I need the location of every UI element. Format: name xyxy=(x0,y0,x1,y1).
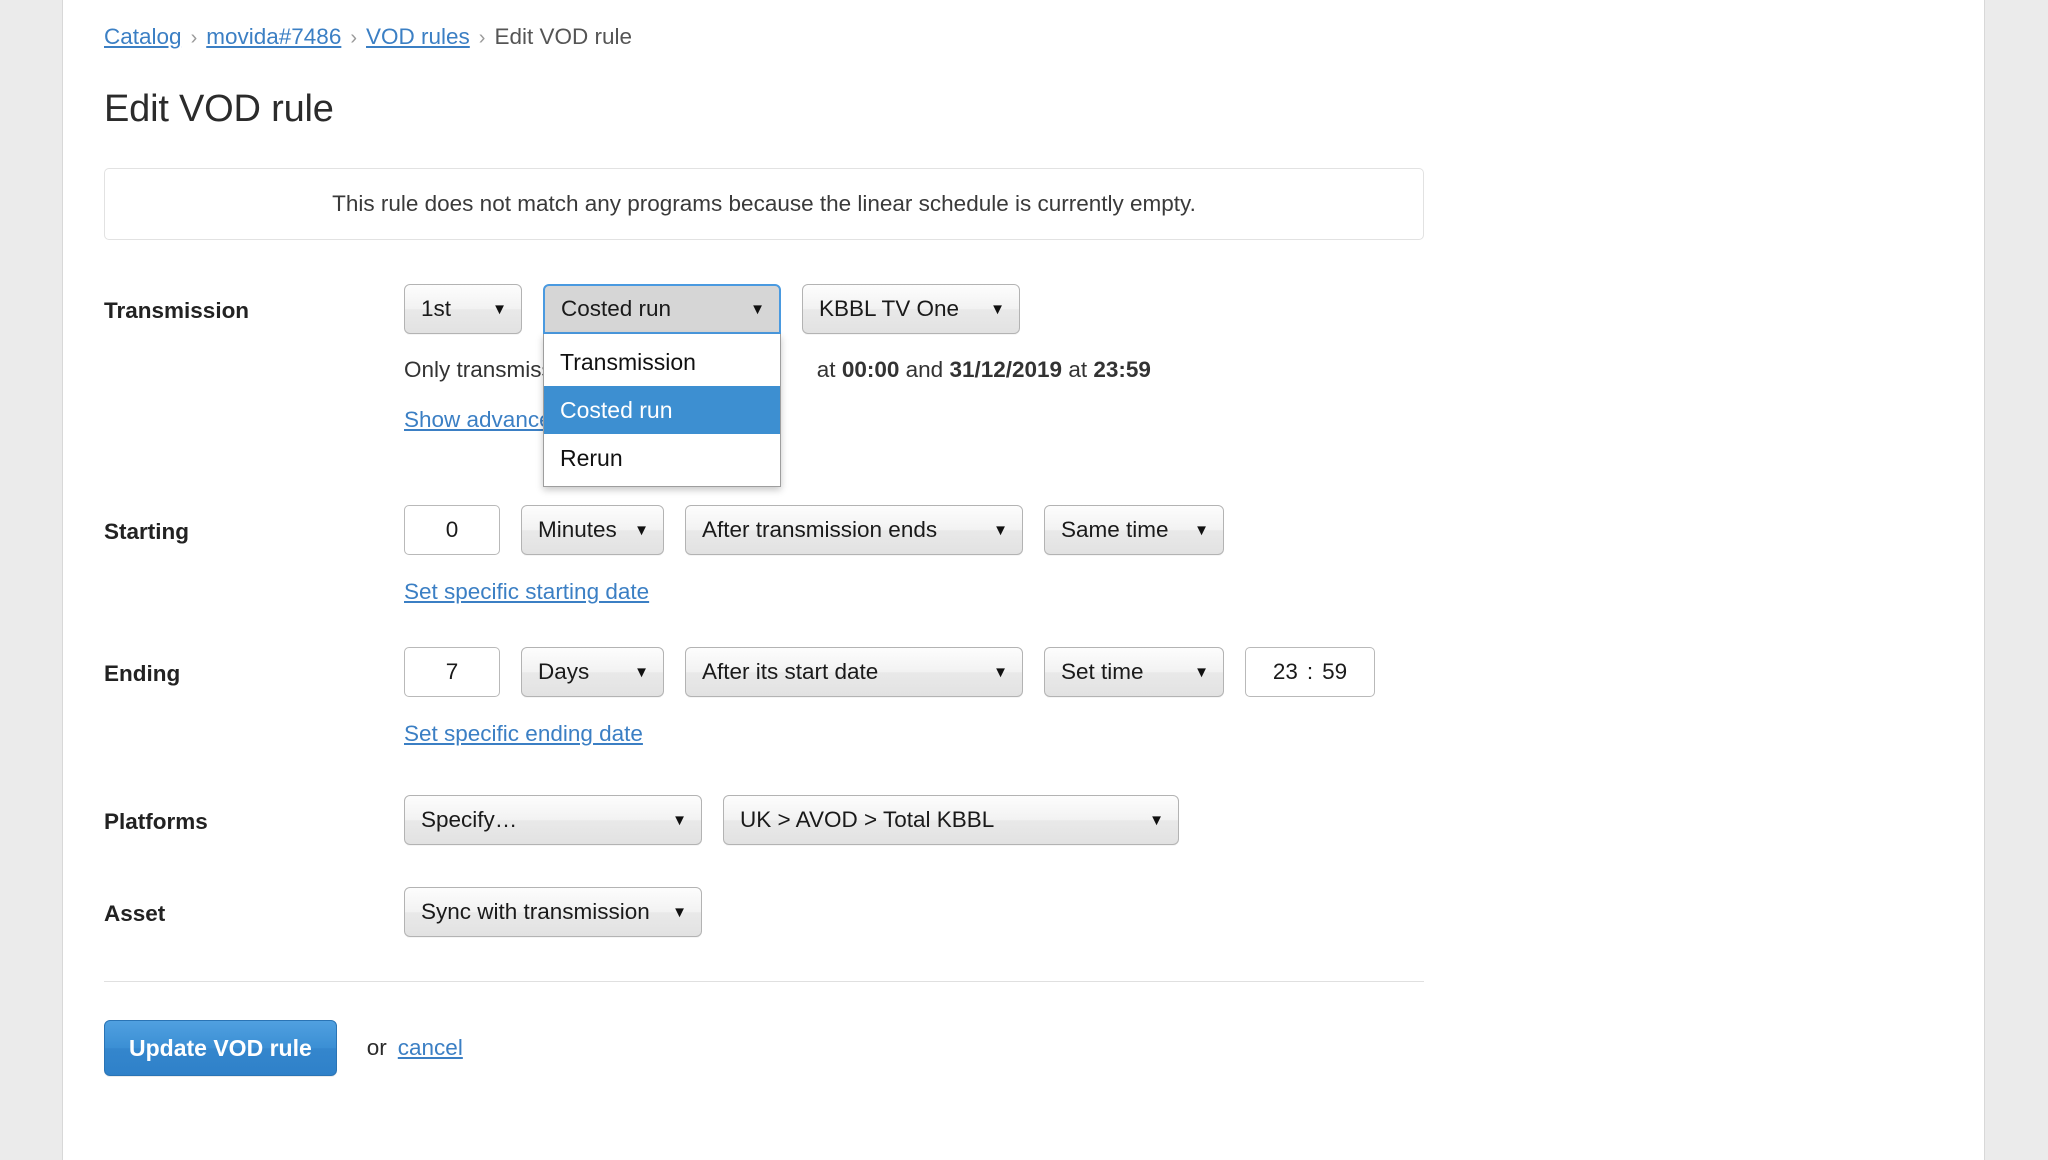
or-label: or xyxy=(366,1035,387,1061)
platforms-target-value: UK > AVOD > Total KBBL xyxy=(740,807,995,833)
chevron-down-icon: ▼ xyxy=(634,663,649,681)
helper-at-1: at xyxy=(816,357,836,383)
chevron-down-icon: ▼ xyxy=(492,300,507,318)
chevron-down-icon: ▼ xyxy=(1149,811,1164,829)
ending-offset-input[interactable]: 7 xyxy=(404,647,500,698)
asset-sync-value: Sync with transmission xyxy=(421,899,650,925)
content-panel: Catalog › movida#7486 › VOD rules › Edit VOD r… xyxy=(62,0,1985,1160)
chevron-down-icon: ▼ xyxy=(750,300,765,318)
page-title: Edit VOD rule xyxy=(104,87,334,130)
helper-time-1: 00:00 xyxy=(841,357,900,383)
form-row-platforms: Platforms Specify… ▼ UK > AVOD > Total K… xyxy=(104,795,1984,846)
label-ending: Ending xyxy=(104,661,181,687)
breadcrumb-separator: › xyxy=(350,27,358,49)
transmission-channel-value: KBBL TV One xyxy=(819,296,960,322)
set-specific-starting-date-link[interactable]: Set specific starting date xyxy=(404,579,649,605)
label-asset: Asset xyxy=(104,901,166,927)
starting-time-value: Same time xyxy=(1061,517,1169,543)
transmission-type-value: Costed run xyxy=(561,296,672,322)
breadcrumb: Catalog › movida#7486 › VOD rules › Edit VOD r… xyxy=(104,24,1984,49)
breadcrumb-item-catalog[interactable]: Catalog xyxy=(104,24,182,49)
chevron-down-icon: ▼ xyxy=(993,663,1008,681)
chevron-down-icon: ▼ xyxy=(993,521,1008,539)
starting-time-select[interactable]: Same time ▼ xyxy=(1044,505,1224,556)
form-row-ending: Ending 7 Days ▼ After its start date ▼ S… xyxy=(104,647,1984,747)
form-actions: Update VOD rule or cancel xyxy=(104,1020,1984,1077)
helper-at-2: at xyxy=(1068,357,1088,383)
transmission-channel-select[interactable]: KBBL TV One ▼ xyxy=(802,284,1020,335)
breadcrumb-separator: › xyxy=(478,27,486,49)
chevron-down-icon: ▼ xyxy=(1194,521,1209,539)
footer-divider xyxy=(104,981,1424,983)
ending-time-minutes: 59 xyxy=(1322,659,1348,685)
dropdown-option-costed-run[interactable]: Costed run xyxy=(544,386,780,435)
breadcrumb-item-vod-rules[interactable]: VOD rules xyxy=(366,24,470,49)
helper-date-2: 31/12/2019 xyxy=(949,357,1063,383)
starting-offset-input[interactable]: 0 xyxy=(404,505,500,556)
show-advanced-link[interactable]: Show advanced xyxy=(404,407,564,433)
ending-time-mode-value: Set time xyxy=(1061,659,1144,685)
ending-anchor-select[interactable]: After its start date ▼ xyxy=(685,647,1023,698)
chevron-down-icon: ▼ xyxy=(990,300,1005,318)
starting-anchor-select[interactable]: After transmission ends ▼ xyxy=(685,505,1023,556)
ending-time-input[interactable]: 23 : 59 xyxy=(1245,647,1375,698)
ending-time-hours: 23 xyxy=(1272,659,1298,685)
dropdown-option-transmission[interactable]: Transmission xyxy=(544,338,780,386)
chevron-down-icon: ▼ xyxy=(672,811,687,829)
transmission-type-select[interactable]: Costed run ▼ xyxy=(543,284,781,335)
dropdown-option-rerun[interactable]: Rerun xyxy=(544,434,780,482)
starting-anchor-value: After transmission ends xyxy=(702,517,938,543)
alert-banner: This rule does not match any programs be… xyxy=(104,168,1424,241)
alert-message: This rule does not match any programs be… xyxy=(332,191,1196,217)
cancel-link[interactable]: cancel xyxy=(398,1035,463,1061)
label-starting: Starting xyxy=(104,519,190,545)
form-row-asset: Asset Sync with transmission ▼ xyxy=(104,887,1984,938)
form-row-transmission: Transmission 1st ▼ Costed run ▼ KBBL TV … xyxy=(104,284,1984,488)
platforms-mode-select[interactable]: Specify… ▼ xyxy=(404,795,702,846)
set-specific-ending-date-link[interactable]: Set specific ending date xyxy=(404,721,643,747)
platforms-mode-value: Specify… xyxy=(421,807,518,833)
label-platforms: Platforms xyxy=(104,809,208,835)
breadcrumb-item-movida[interactable]: movida#7486 xyxy=(206,24,341,49)
label-transmission: Transmission xyxy=(104,298,250,324)
chevron-down-icon: ▼ xyxy=(672,903,687,921)
transmission-type-dropdown-menu[interactable]: Transmission Costed run Rerun xyxy=(543,334,781,488)
asset-sync-select[interactable]: Sync with transmission ▼ xyxy=(404,887,702,938)
starting-unit-value: Minutes xyxy=(538,517,617,543)
helper-prefix: Only transmissi xyxy=(404,357,558,383)
vod-rule-form: Transmission 1st ▼ Costed run ▼ KBBL TV … xyxy=(104,284,1984,938)
ending-anchor-value: After its start date xyxy=(702,659,879,685)
starting-unit-select[interactable]: Minutes ▼ xyxy=(521,505,664,556)
chevron-down-icon: ▼ xyxy=(634,521,649,539)
ending-unit-select[interactable]: Days ▼ xyxy=(521,647,664,698)
ending-unit-value: Days xyxy=(538,659,590,685)
update-vod-rule-button[interactable]: Update VOD rule xyxy=(104,1020,337,1077)
time-separator: : xyxy=(1306,659,1314,685)
transmission-ordinal-select[interactable]: 1st ▼ xyxy=(404,284,522,335)
helper-and: and xyxy=(905,357,944,383)
ending-time-mode-select[interactable]: Set time ▼ xyxy=(1044,647,1224,698)
breadcrumb-item-current: Edit VOD rule xyxy=(494,24,633,49)
chevron-down-icon: ▼ xyxy=(1194,663,1209,681)
breadcrumb-separator: › xyxy=(190,27,198,49)
helper-time-2: 23:59 xyxy=(1093,357,1151,383)
transmission-ordinal-value: 1st xyxy=(421,296,452,322)
platforms-target-select[interactable]: UK > AVOD > Total KBBL ▼ xyxy=(723,795,1179,846)
form-row-starting: Starting 0 Minutes ▼ After transmission … xyxy=(104,505,1984,605)
